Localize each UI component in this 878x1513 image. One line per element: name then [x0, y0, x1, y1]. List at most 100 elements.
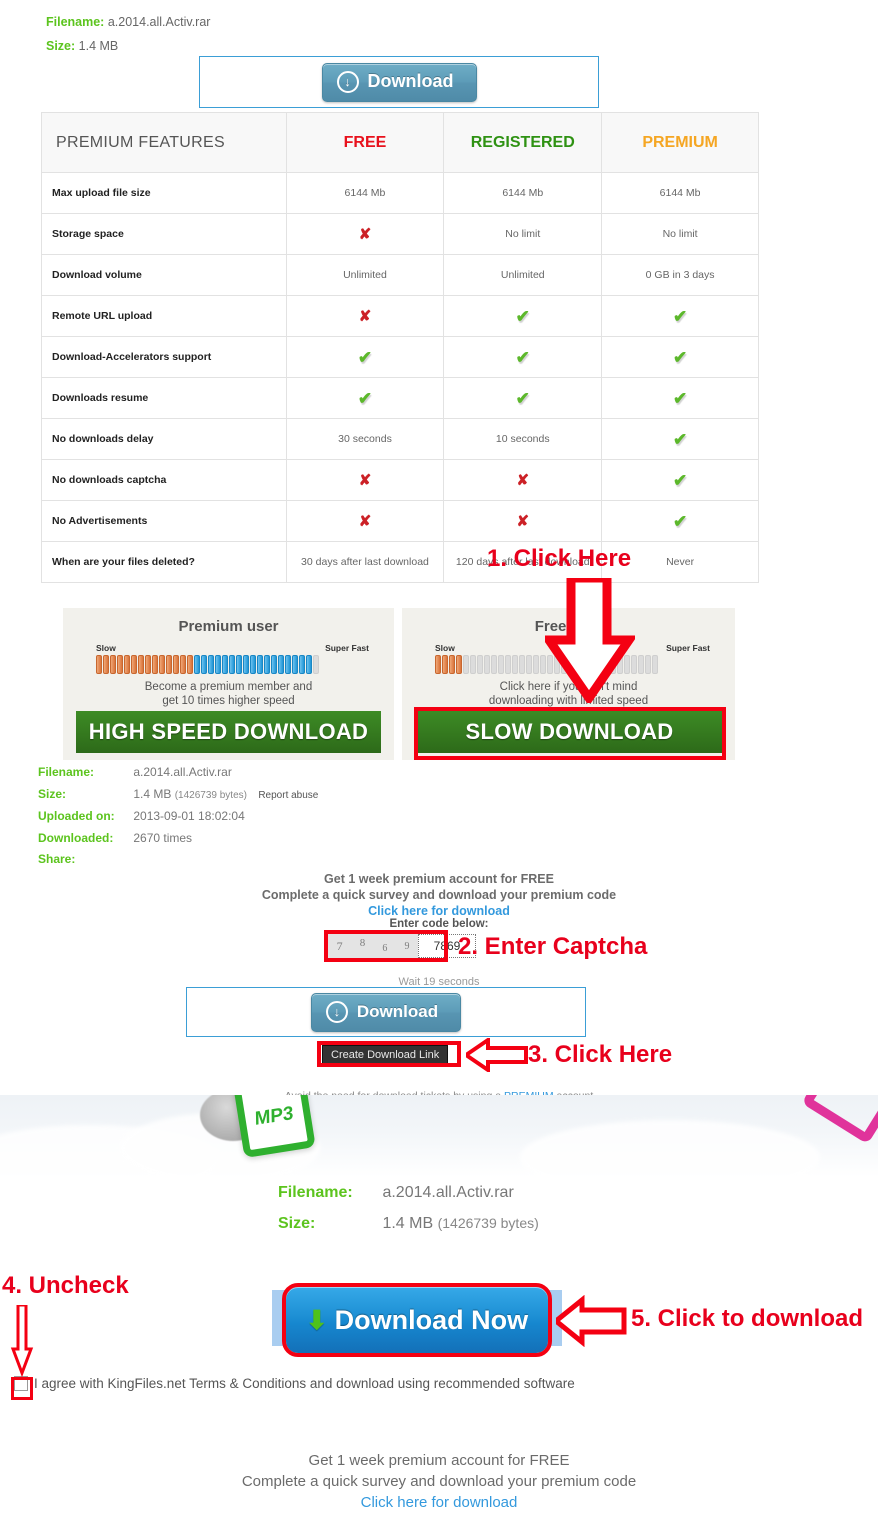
promo-top-line2: Complete a quick survey and download you…	[261, 888, 617, 902]
speed-bar	[463, 655, 469, 674]
feature-free-value: ✔	[285, 336, 445, 378]
cross-icon: ✘	[358, 471, 372, 489]
bottom-size-value: 1.4 MB	[382, 1215, 434, 1232]
speed-bar	[470, 655, 476, 674]
speed-bar	[435, 655, 441, 674]
speed-bar	[103, 655, 109, 674]
download-circle-arrow-icon: ↓	[336, 70, 359, 93]
feature-registered-value: ✘	[443, 459, 603, 501]
feature-premium-value: ✔	[601, 295, 759, 337]
premium-subtitle-line1: Become a premium member and	[144, 681, 313, 693]
file-share-row: Share:	[38, 849, 318, 871]
feature-registered-value: 6144 Mb	[443, 172, 603, 214]
feature-registered-value: No limit	[443, 213, 603, 255]
cross-icon: ✘	[516, 471, 530, 489]
speed-bar	[180, 655, 186, 674]
file-details: Filename: a.2014.all.Activ.rar Size: 1.4…	[38, 762, 318, 871]
table-row: Download volume Unlimited Unlimited 0 GB in…	[41, 254, 759, 296]
feature-free-value: ✘	[285, 213, 445, 255]
feature-name: Storage space	[41, 213, 287, 255]
feature-free-value: ✘	[285, 295, 445, 337]
promo-bottom-link[interactable]: Click here for download	[0, 1492, 878, 1513]
feature-premium-value: ✔	[601, 336, 759, 378]
download-button-bottom[interactable]: ↓ Download	[310, 992, 462, 1032]
speed-bar	[313, 655, 319, 674]
free-fast-label: Super Fast	[666, 643, 710, 653]
feature-free-value: 6144 Mb	[285, 172, 445, 214]
feature-name: Downloads resume	[41, 377, 287, 419]
promo-bottom: Get 1 week premium account for FREE Comp…	[0, 1450, 878, 1513]
speed-bar	[138, 655, 144, 674]
file-uploaded-value: 2013-09-01 18:02:04	[133, 809, 245, 823]
download-box-bottom: ↓ Download	[186, 987, 586, 1037]
speed-bar	[257, 655, 263, 674]
speed-bar	[645, 655, 651, 674]
speed-bar	[442, 655, 448, 674]
premium-panel-title: Premium user	[178, 618, 279, 635]
feature-premium-value: ✔	[601, 500, 759, 542]
file-share-label: Share:	[38, 852, 76, 866]
table-row: No downloads delay 30 seconds 10 seconds ✔	[41, 418, 759, 460]
cross-icon: ✘	[358, 307, 372, 325]
file-size-row: Size: 1.4 MB (1426739 bytes) Report abus…	[38, 784, 318, 807]
premium-subtitle: Become a premium member and get 10 times…	[63, 680, 394, 708]
captcha-label: Enter code below:	[389, 918, 489, 930]
cross-icon: ✘	[358, 225, 372, 243]
report-abuse-link[interactable]: Report abuse	[258, 790, 318, 801]
promo-top-link[interactable]: Click here for download	[0, 903, 878, 919]
annotation-step-3: 3. Click Here	[528, 1041, 673, 1068]
table-header-free: FREE	[285, 112, 445, 173]
speed-bar	[229, 655, 235, 674]
top-filename-value: a.2014.all.Activ.rar	[107, 15, 211, 29]
top-size-value: 1.4 MB	[78, 39, 119, 53]
create-download-link-highlight	[317, 1041, 461, 1067]
high-speed-download-button[interactable]: HIGH SPEED DOWNLOAD	[76, 711, 381, 753]
speed-bar	[638, 655, 644, 674]
bottom-file-info: Filename: a.2014.all.Activ.rar Size: 1.4…	[278, 1177, 539, 1239]
file-size-bytes: (1426739 bytes)	[174, 789, 247, 801]
annotation-step-5: 5. Click to download	[631, 1305, 864, 1332]
check-icon: ✔	[672, 429, 688, 449]
table-header-row: PREMIUM FEATURES FREE REGISTERED PREMIUM	[41, 112, 759, 173]
top-filename-row: Filename: a.2014.all.Activ.rar	[46, 10, 210, 34]
cross-icon: ✘	[516, 512, 530, 530]
table-row: No downloads captcha ✘ ✘ ✔	[41, 459, 759, 501]
annotation-arrow-5	[556, 1295, 627, 1347]
file-filename-value: a.2014.all.Activ.rar	[133, 765, 232, 779]
speed-bar	[477, 655, 483, 674]
speed-bar	[271, 655, 277, 674]
feature-premium-value: ✔	[601, 418, 759, 460]
top-size-label: Size:	[46, 39, 76, 53]
table-row: No Advertisements ✘ ✘ ✔	[41, 500, 759, 542]
download-button-top[interactable]: ↓ Download	[321, 62, 477, 102]
table-row: Max upload file size 6144 Mb 6144 Mb 6144 M…	[41, 172, 759, 214]
table-header-premium: PREMIUM	[601, 112, 759, 173]
speed-bar	[306, 655, 312, 674]
annotation-arrow-3	[466, 1038, 528, 1072]
feature-registered-value: ✘	[443, 500, 603, 542]
feature-registered-value: ✔	[443, 336, 603, 378]
speed-bar	[236, 655, 242, 674]
file-uploaded-label: Uploaded on:	[38, 809, 115, 823]
speed-bar	[243, 655, 249, 674]
speed-bar	[187, 655, 193, 674]
check-icon: ✔	[672, 306, 688, 326]
download-now-highlight	[282, 1283, 552, 1357]
bottom-filename-row: Filename: a.2014.all.Activ.rar	[278, 1177, 539, 1208]
speed-bar	[159, 655, 165, 674]
feature-name: No Advertisements	[41, 500, 287, 542]
feature-name: No downloads captcha	[41, 459, 287, 501]
speed-bar	[278, 655, 284, 674]
agree-text: I agree with KingFiles.net Terms & Condi…	[34, 1376, 575, 1391]
speed-bar	[173, 655, 179, 674]
feature-name: Remote URL upload	[41, 295, 287, 337]
feature-registered-value: ✔	[443, 295, 603, 337]
bottom-filename-value: a.2014.all.Activ.rar	[382, 1184, 514, 1201]
feature-free-value: ✔	[285, 377, 445, 419]
agree-row: I agree with KingFiles.net Terms & Condi…	[14, 1376, 575, 1391]
speed-bar	[498, 655, 504, 674]
speed-bar	[652, 655, 658, 674]
premium-fast-label: Super Fast	[325, 643, 369, 653]
feature-premium-value: ✔	[601, 377, 759, 419]
feature-free-value: 30 days after last download	[285, 541, 445, 583]
